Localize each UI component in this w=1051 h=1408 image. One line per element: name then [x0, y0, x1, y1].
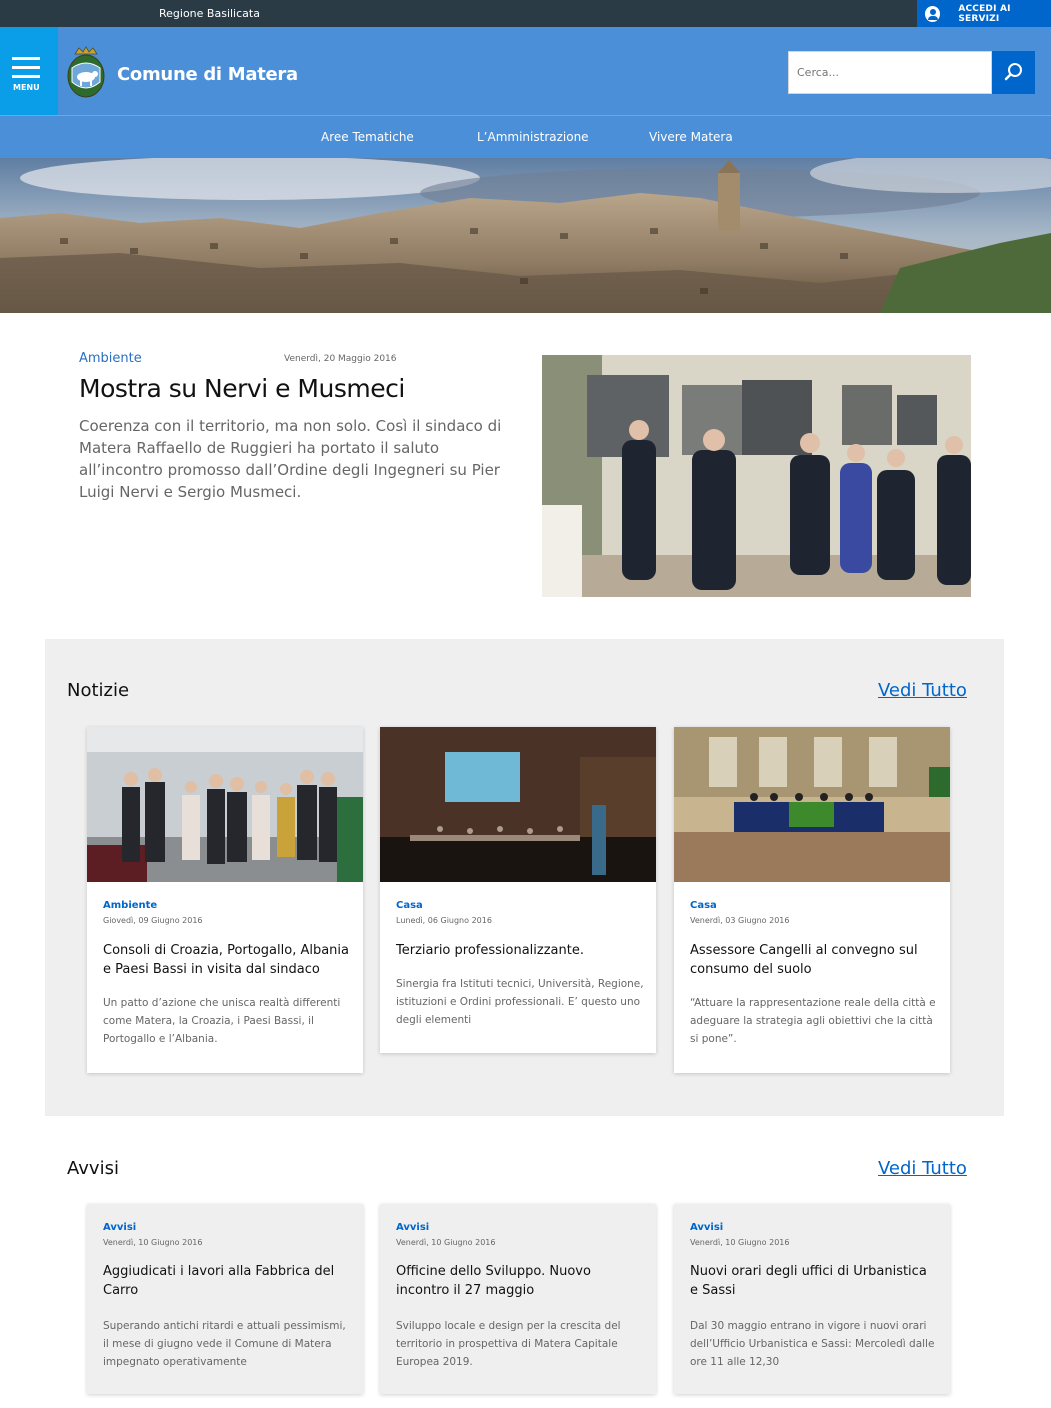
site-header: MENU Comune di Matera: [0, 27, 1051, 115]
featured-text: Coerenza con il territorio, ma non solo.…: [79, 417, 502, 501]
notice-card[interactable]: Avvisi Venerdì, 10 Giugno 2016 Officine …: [380, 1204, 656, 1394]
search-button[interactable]: [992, 51, 1035, 94]
news-card-title[interactable]: Consoli di Croazia, Portogallo, Albania …: [103, 941, 351, 979]
notice-card-text: Superando antichi ritardi e attuali pess…: [103, 1320, 346, 1368]
menu-label: MENU: [13, 83, 40, 92]
notice-card-title[interactable]: Officine dello Sviluppo. Nuovo incontro …: [396, 1262, 644, 1300]
search-icon: [1004, 63, 1022, 81]
news-card-title[interactable]: Assessore Cangelli al convegno sul consu…: [690, 941, 938, 979]
news-card[interactable]: Ambiente Giovedì, 09 Giugno 2016 Consoli…: [87, 727, 363, 1073]
hamburger-icon: [12, 57, 40, 60]
notice-card[interactable]: Avvisi Venerdì, 10 Giugno 2016 Nuovi ora…: [674, 1204, 950, 1394]
news-card-image: [674, 727, 950, 882]
notice-card-category[interactable]: Avvisi: [396, 1222, 429, 1233]
nav-item-vivere-matera[interactable]: Vivere Matera: [649, 130, 733, 144]
news-card[interactable]: Casa Venerdì, 03 Giugno 2016 Assessore C…: [674, 727, 950, 1073]
featured-title[interactable]: Mostra su Nervi e Musmeci: [79, 374, 405, 403]
notice-card-date: Venerdì, 10 Giugno 2016: [396, 1238, 496, 1247]
news-card-category[interactable]: Casa: [690, 900, 717, 911]
featured-image[interactable]: [542, 355, 971, 597]
news-card-title[interactable]: Terziario professionalizzante.: [396, 941, 644, 960]
nav-item-aree-tematiche[interactable]: Aree Tematiche: [321, 130, 414, 144]
notice-card-date: Venerdì, 10 Giugno 2016: [103, 1238, 203, 1247]
top-bar: Regione Basilicata ACCEDI AI SERVIZI: [0, 0, 1051, 27]
news-card-image: [87, 727, 363, 882]
hero-panorama-image: [0, 158, 1051, 313]
nav-item-amministrazione[interactable]: L’Amministrazione: [477, 130, 589, 144]
news-card-category[interactable]: Casa: [396, 900, 423, 911]
notice-card-category[interactable]: Avvisi: [690, 1222, 723, 1233]
login-button[interactable]: ACCEDI AI SERVIZI: [917, 0, 1051, 27]
news-card-text: Sinergia fra Istituti tecnici, Universit…: [396, 978, 644, 1026]
notice-card-date: Venerdì, 10 Giugno 2016: [690, 1238, 790, 1247]
notice-card-category[interactable]: Avvisi: [103, 1222, 136, 1233]
notice-card-text: Dal 30 maggio entrano in vigore i nuovi …: [690, 1320, 935, 1368]
notizie-title: Notizie: [67, 680, 130, 701]
news-card-text: Un patto d’azione che unisca realtà diff…: [103, 997, 341, 1045]
featured-category-link[interactable]: Ambiente: [79, 351, 142, 366]
news-card-category[interactable]: Ambiente: [103, 900, 157, 911]
news-card-image: [380, 727, 656, 882]
region-link[interactable]: Regione Basilicata: [159, 7, 260, 20]
coat-of-arms-logo[interactable]: [65, 46, 107, 100]
search-input[interactable]: [788, 51, 992, 94]
news-card-date: Venerdì, 03 Giugno 2016: [690, 916, 790, 925]
notizie-see-all-link[interactable]: Vedi Tutto: [878, 680, 967, 701]
site-title[interactable]: Comune di Matera: [117, 64, 298, 85]
notice-card[interactable]: Avvisi Venerdì, 10 Giugno 2016 Aggiudica…: [87, 1204, 363, 1394]
news-card[interactable]: Casa Lunedì, 06 Giugno 2016 Terziario pr…: [380, 727, 656, 1053]
featured-date: Venerdì, 20 Maggio 2016: [284, 354, 397, 364]
news-card-text: “Attuare la rappresentazione reale della…: [690, 997, 936, 1045]
user-circle-icon: [925, 5, 941, 22]
main-nav: Aree Tematiche L’Amministrazione Vivere …: [0, 115, 1051, 158]
menu-button[interactable]: MENU: [0, 27, 58, 115]
avvisi-see-all-link[interactable]: Vedi Tutto: [878, 1158, 967, 1179]
avvisi-title: Avvisi: [67, 1158, 119, 1179]
news-card-date: Giovedì, 09 Giugno 2016: [103, 916, 203, 925]
notice-card-text: Sviluppo locale e design per la crescita…: [396, 1320, 621, 1368]
notice-card-title[interactable]: Aggiudicati i lavori alla Fabbrica del C…: [103, 1262, 351, 1300]
login-label: ACCEDI AI SERVIZI: [958, 3, 1011, 24]
news-card-date: Lunedì, 06 Giugno 2016: [396, 916, 492, 925]
notice-card-title[interactable]: Nuovi orari degli uffici di Urbanistica …: [690, 1262, 938, 1300]
